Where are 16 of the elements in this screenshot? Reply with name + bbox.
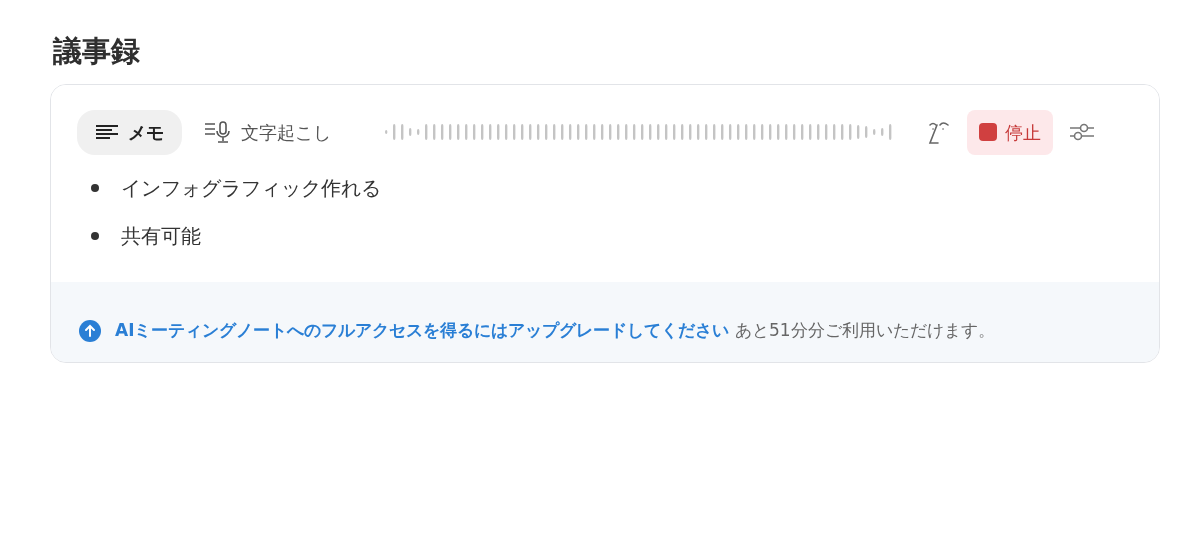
stop-button[interactable]: 停止 xyxy=(967,109,1053,155)
page-title: 議事録 xyxy=(53,33,141,70)
bullet-icon xyxy=(91,183,99,192)
stop-icon xyxy=(979,123,997,141)
memo-tab[interactable]: メモ xyxy=(77,109,182,155)
note-item: インフォグラフィック作れる xyxy=(121,174,381,202)
microphone-icon xyxy=(204,120,232,144)
transcript-tab[interactable]: 文字起こし xyxy=(186,109,349,155)
upgrade-icon xyxy=(79,319,101,342)
upgrade-link[interactable]: AIミーティングノートへのフルアクセスを得るにはアップグレードしてください xyxy=(115,319,730,340)
notice-text: AIミーティングノートへのフルアクセスを得るにはアップグレードしてください あと51分分ご利用いただけます。 xyxy=(115,318,995,342)
face-icon xyxy=(927,119,951,145)
bullet-icon xyxy=(91,231,99,240)
settings-icon[interactable] xyxy=(1069,122,1095,142)
lines-icon xyxy=(95,124,119,140)
note-item: 共有可能 xyxy=(121,222,201,250)
